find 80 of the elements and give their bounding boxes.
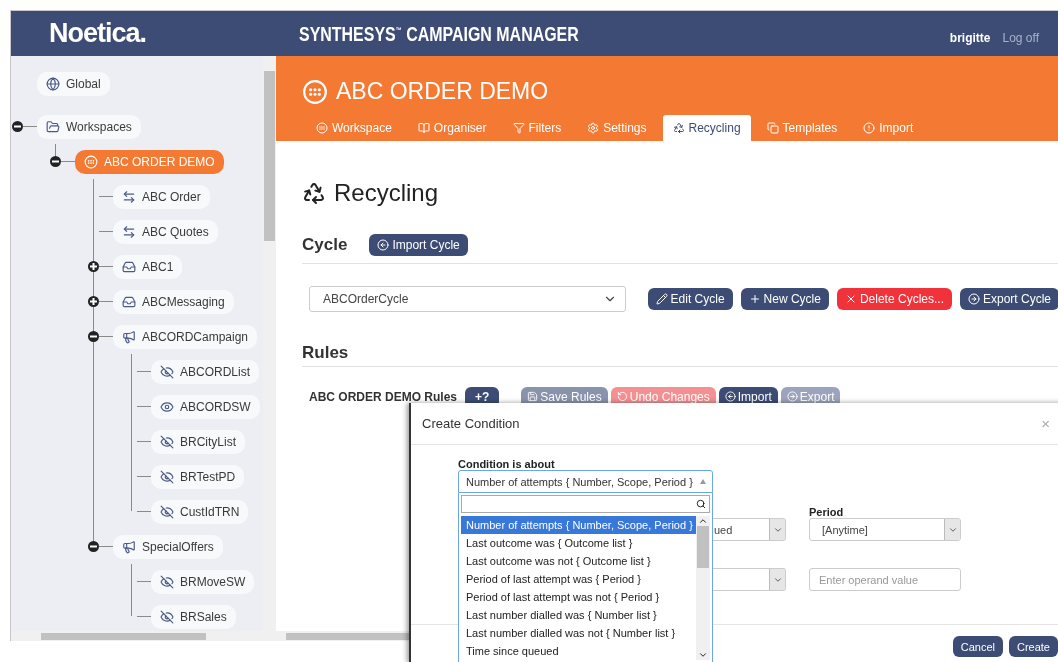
pencil-icon [655, 293, 668, 305]
search-field[interactable] [461, 495, 710, 513]
expand-toggle[interactable] [87, 296, 99, 307]
cycle-button[interactable]: New Cycle [740, 288, 829, 310]
collapse-toggle[interactable] [49, 156, 61, 167]
tree-node[interactable]: BRCityList [151, 429, 245, 454]
megaphone-icon [122, 539, 136, 554]
book-icon [417, 122, 430, 134]
arrow-circle-icon [967, 293, 980, 305]
triangle-up-icon [700, 479, 706, 484]
tree-node[interactable]: Global [37, 71, 110, 96]
tree-node[interactable]: CustIdTRN [151, 499, 249, 524]
inbox-icon [122, 294, 136, 309]
arrows-icon [122, 189, 136, 204]
page-heading: Recycling [334, 179, 439, 207]
expand-toggle[interactable] [87, 261, 99, 272]
arrows-icon [122, 224, 136, 239]
cycle-button[interactable]: Export Cycle [959, 288, 1058, 310]
tree-node[interactable]: SpecialOffers [113, 534, 223, 559]
folder-icon [46, 119, 60, 134]
field-label: Period [809, 506, 845, 518]
search-icon [696, 499, 706, 509]
workspace-icon [302, 78, 328, 105]
operand-field[interactable]: Enter operand value [809, 568, 961, 591]
user-name: brigitte [949, 30, 991, 45]
dropdown-option[interactable]: Number of attempts { Number, Scope, Period } [461, 516, 696, 534]
tree-node[interactable]: ABCORDCampaign [113, 324, 258, 349]
tree-node[interactable]: BRMoveSW [151, 569, 255, 594]
scrollbar[interactable] [263, 56, 276, 631]
tree-node[interactable]: BRTestPD [151, 464, 245, 489]
cycle-select[interactable]: ABCOrderCycle [309, 286, 626, 312]
dialog-button[interactable]: Cancel [952, 636, 1003, 657]
collapse-toggle[interactable] [87, 541, 99, 552]
recycle-icon [302, 181, 326, 205]
collapse-toggle[interactable] [11, 121, 23, 132]
tree-node[interactable]: BRSales [151, 604, 236, 629]
tree-node[interactable]: ABCORDList [151, 359, 259, 384]
tree-node[interactable]: ABC Order [113, 184, 210, 209]
plus-icon [748, 293, 761, 305]
cycle-button[interactable]: Edit Cycle [647, 288, 733, 310]
rules-name: ABC ORDER DEMO Rules [309, 389, 458, 404]
cycle-button[interactable]: Delete Cycles... [836, 288, 952, 310]
tree-node[interactable]: ABC1 [113, 254, 183, 279]
logo: Noetica. [48, 18, 148, 49]
scope-select[interactable]: ued [713, 518, 786, 541]
field-label: Condition is about [458, 458, 556, 470]
arrow-circle-icon [377, 239, 390, 251]
chevron-down-icon[interactable] [698, 650, 708, 660]
tree-node[interactable]: ABC Quotes [113, 219, 218, 244]
scrollbar[interactable] [11, 631, 276, 641]
scrollbar[interactable] [696, 516, 710, 660]
arrow-circle-icon [786, 391, 798, 402]
app-title: SYNTHESYS$^{™}$ CAMPAIGN MANAGER [299, 21, 579, 46]
exclamation-circle-icon [863, 122, 876, 134]
section-heading: Rules [302, 343, 349, 363]
section-heading: Cycle [302, 235, 348, 255]
dialog-title: Create Condition [422, 416, 520, 431]
tree-node[interactable]: Workspaces [37, 114, 141, 139]
undo-icon [616, 391, 628, 402]
tree-node[interactable]: ABCMessaging [113, 289, 234, 314]
tree-node[interactable]: ABCORDSW [151, 394, 260, 419]
settings-icon [587, 122, 600, 134]
chevron-up-icon[interactable] [698, 516, 708, 526]
copy-icon [766, 122, 779, 134]
workspace-icon [316, 122, 328, 134]
megaphone-icon [122, 329, 136, 344]
import-cycle-button[interactable]: Import Cycle [369, 234, 468, 256]
recycle-icon [672, 122, 685, 134]
collapse-toggle[interactable] [87, 331, 99, 342]
logoff-link[interactable]: Log off [1002, 30, 1039, 45]
dialog-button[interactable]: Create [1008, 636, 1058, 657]
globe-icon [46, 76, 60, 91]
tab[interactable]: Recycling [662, 115, 751, 141]
period-select[interactable]: [Anytime] [809, 518, 961, 541]
workspace-icon [84, 154, 98, 169]
inbox-icon [122, 259, 136, 274]
save-icon [527, 391, 539, 402]
condition-select[interactable]: Number of attempts { Number, Scope, Period } [458, 470, 713, 493]
filter-icon [512, 122, 525, 134]
workspace-title: ABC ORDER DEMO [336, 78, 549, 105]
